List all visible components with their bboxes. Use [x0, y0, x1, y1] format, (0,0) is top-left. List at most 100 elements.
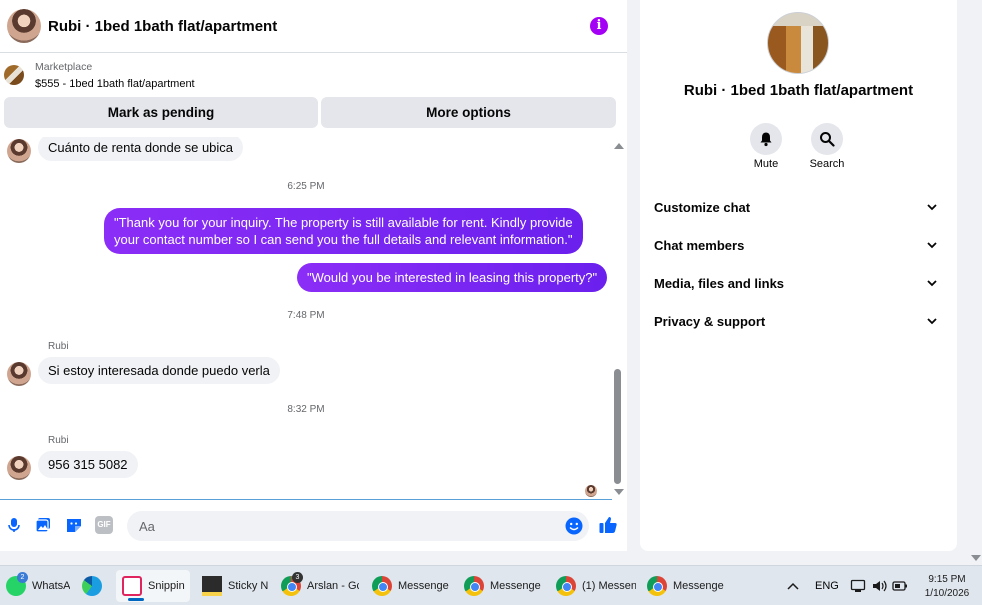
sender-avatar	[7, 139, 31, 163]
chevron-down-icon	[927, 204, 937, 211]
section-customize-chat[interactable]: Customize chat	[654, 196, 946, 220]
sender-avatar	[7, 456, 31, 480]
section-media-files-links[interactable]: Media, files and links	[654, 272, 946, 296]
active-app-indicator	[128, 598, 144, 601]
chevron-down-icon	[927, 318, 937, 325]
system-clock[interactable]: 9:15 PM 1/10/2026	[918, 573, 976, 601]
scroll-down-icon[interactable]	[614, 489, 624, 495]
sender-avatar	[7, 362, 31, 386]
chat-header: Rubi · 1bed 1bath flat/apartment i	[0, 0, 627, 53]
message-list[interactable]: Cuánto de renta donde se ubica 6:25 PM "…	[0, 137, 612, 499]
bell-icon	[760, 132, 772, 147]
taskbar-whatsapp[interactable]: 2 WhatsA	[6, 570, 70, 602]
outgoing-message[interactable]: "Would you be interested in leasing this…	[297, 263, 608, 292]
section-chat-members[interactable]: Chat members	[654, 234, 946, 258]
message-input[interactable]	[127, 511, 589, 541]
taskbar-label: Messenge	[490, 580, 541, 592]
marketplace-listing[interactable]: Marketplace $555 - 1bed 1bath flat/apart…	[0, 54, 627, 94]
sender-name: Rubi	[48, 435, 69, 446]
page-scroll-down-icon[interactable]	[971, 555, 981, 561]
thumbs-up-icon[interactable]	[598, 515, 618, 535]
seen-indicator-avatar	[585, 485, 597, 497]
chrome-icon	[372, 576, 392, 596]
conversation-title[interactable]: Rubi · 1bed 1bath flat/apartment	[48, 18, 277, 35]
language-indicator[interactable]: ENG	[815, 580, 839, 592]
section-label: Chat members	[654, 238, 745, 253]
info-title: Rubi · 1bed 1bath flat/apartment	[683, 82, 914, 99]
notification-badge: 3	[292, 572, 303, 583]
taskbar-label: Sticky N	[228, 580, 268, 592]
clock-date: 1/10/2026	[924, 588, 970, 599]
outgoing-message[interactable]: "Thank you for your inquiry. The propert…	[104, 208, 583, 254]
taskbar-chrome-messenger-2[interactable]: Messenge	[464, 570, 544, 602]
more-options-button[interactable]: More options	[321, 97, 616, 128]
scrollbar-thumb[interactable]	[614, 369, 621, 484]
info-icon[interactable]: i	[590, 17, 608, 35]
search-label: Search	[809, 158, 845, 170]
mute-button[interactable]	[750, 123, 782, 155]
taskbar-label: (1) Messen	[582, 580, 636, 592]
outgoing-message-line: your contact number so I can send you th…	[114, 232, 573, 247]
section-label: Privacy & support	[654, 314, 766, 329]
taskbar-snipping-tool[interactable]: Snippin	[116, 570, 190, 602]
emoji-icon[interactable]	[565, 517, 583, 535]
taskbar-chrome-messenger-3[interactable]: (1) Messen	[556, 570, 636, 602]
incoming-message[interactable]: 956 315 5082	[38, 451, 138, 478]
mute-label: Mute	[753, 158, 779, 170]
network-icon[interactable]	[850, 578, 866, 594]
chevron-down-icon	[927, 242, 937, 249]
section-label: Customize chat	[654, 200, 751, 215]
message-composer: GIF	[0, 500, 627, 551]
sender-name: Rubi	[48, 341, 69, 352]
chat-panel: Rubi · 1bed 1bath flat/apartment i Marke…	[0, 0, 627, 551]
gif-icon[interactable]: GIF	[95, 516, 113, 534]
scroll-up-icon[interactable]	[614, 143, 624, 149]
taskbar-chrome-arslan[interactable]: 3 Arslan - Gc	[281, 570, 359, 602]
chevron-up-icon[interactable]	[787, 581, 799, 591]
search-icon	[820, 132, 835, 147]
chrome-icon	[556, 576, 576, 596]
listing-thumbnail	[4, 65, 24, 85]
incoming-message[interactable]: Cuánto de renta donde se ubica	[38, 137, 244, 161]
battery-icon[interactable]	[892, 579, 908, 593]
listing-photo[interactable]	[767, 12, 829, 74]
notification-badge: 2	[17, 572, 28, 583]
volume-icon[interactable]	[871, 578, 887, 594]
chrome-icon	[464, 576, 484, 596]
listing-source: Marketplace	[35, 61, 93, 73]
chrome-icon	[647, 576, 667, 596]
taskbar-sticky-notes[interactable]: Sticky N	[202, 570, 268, 602]
taskbar-chrome-messenger-1[interactable]: Messenge	[372, 570, 454, 602]
taskbar-label: WhatsA	[32, 580, 70, 592]
taskbar-label: Messenge	[398, 580, 449, 592]
message-timestamp: 8:32 PM	[287, 404, 325, 415]
taskbar-label: Arslan - Gc	[307, 580, 359, 592]
taskbar-chrome-messenger-4[interactable]: Messenge	[647, 570, 727, 602]
chrome-icon: 3	[281, 572, 303, 596]
taskbar: 2 WhatsA Snippin Sticky N 3 Arslan - Gc …	[0, 565, 982, 605]
gallery-icon[interactable]	[34, 516, 52, 534]
microphone-icon[interactable]	[5, 516, 23, 534]
messages-scrollbar[interactable]	[612, 137, 625, 499]
taskbar-edge[interactable]	[82, 570, 108, 602]
contact-avatar[interactable]	[7, 9, 41, 43]
listing-price-title: $555 - 1bed 1bath flat/apartment	[35, 78, 195, 90]
edge-browser-icon	[82, 576, 102, 596]
section-privacy-support[interactable]: Privacy & support	[654, 310, 946, 334]
sticker-icon[interactable]	[65, 516, 83, 534]
sticky-notes-icon	[202, 576, 222, 596]
outgoing-message-line: "Thank you for your inquiry. The propert…	[114, 215, 573, 230]
mark-as-pending-button[interactable]: Mark as pending	[4, 97, 318, 128]
message-timestamp: 7:48 PM	[287, 310, 325, 321]
message-timestamp: 6:25 PM	[287, 181, 325, 192]
search-button[interactable]	[811, 123, 843, 155]
chevron-down-icon	[927, 280, 937, 287]
incoming-message[interactable]: Si estoy interesada donde puedo verla	[38, 357, 280, 384]
snipping-tool-icon	[122, 576, 142, 596]
whatsapp-icon: 2	[6, 572, 28, 596]
conversation-info-panel: Rubi · 1bed 1bath flat/apartment Mute Se…	[640, 0, 957, 551]
taskbar-label: Messenge	[673, 580, 724, 592]
section-label: Media, files and links	[654, 276, 785, 291]
taskbar-label: Snippin	[148, 580, 185, 592]
clock-time: 9:15 PM	[928, 574, 966, 585]
